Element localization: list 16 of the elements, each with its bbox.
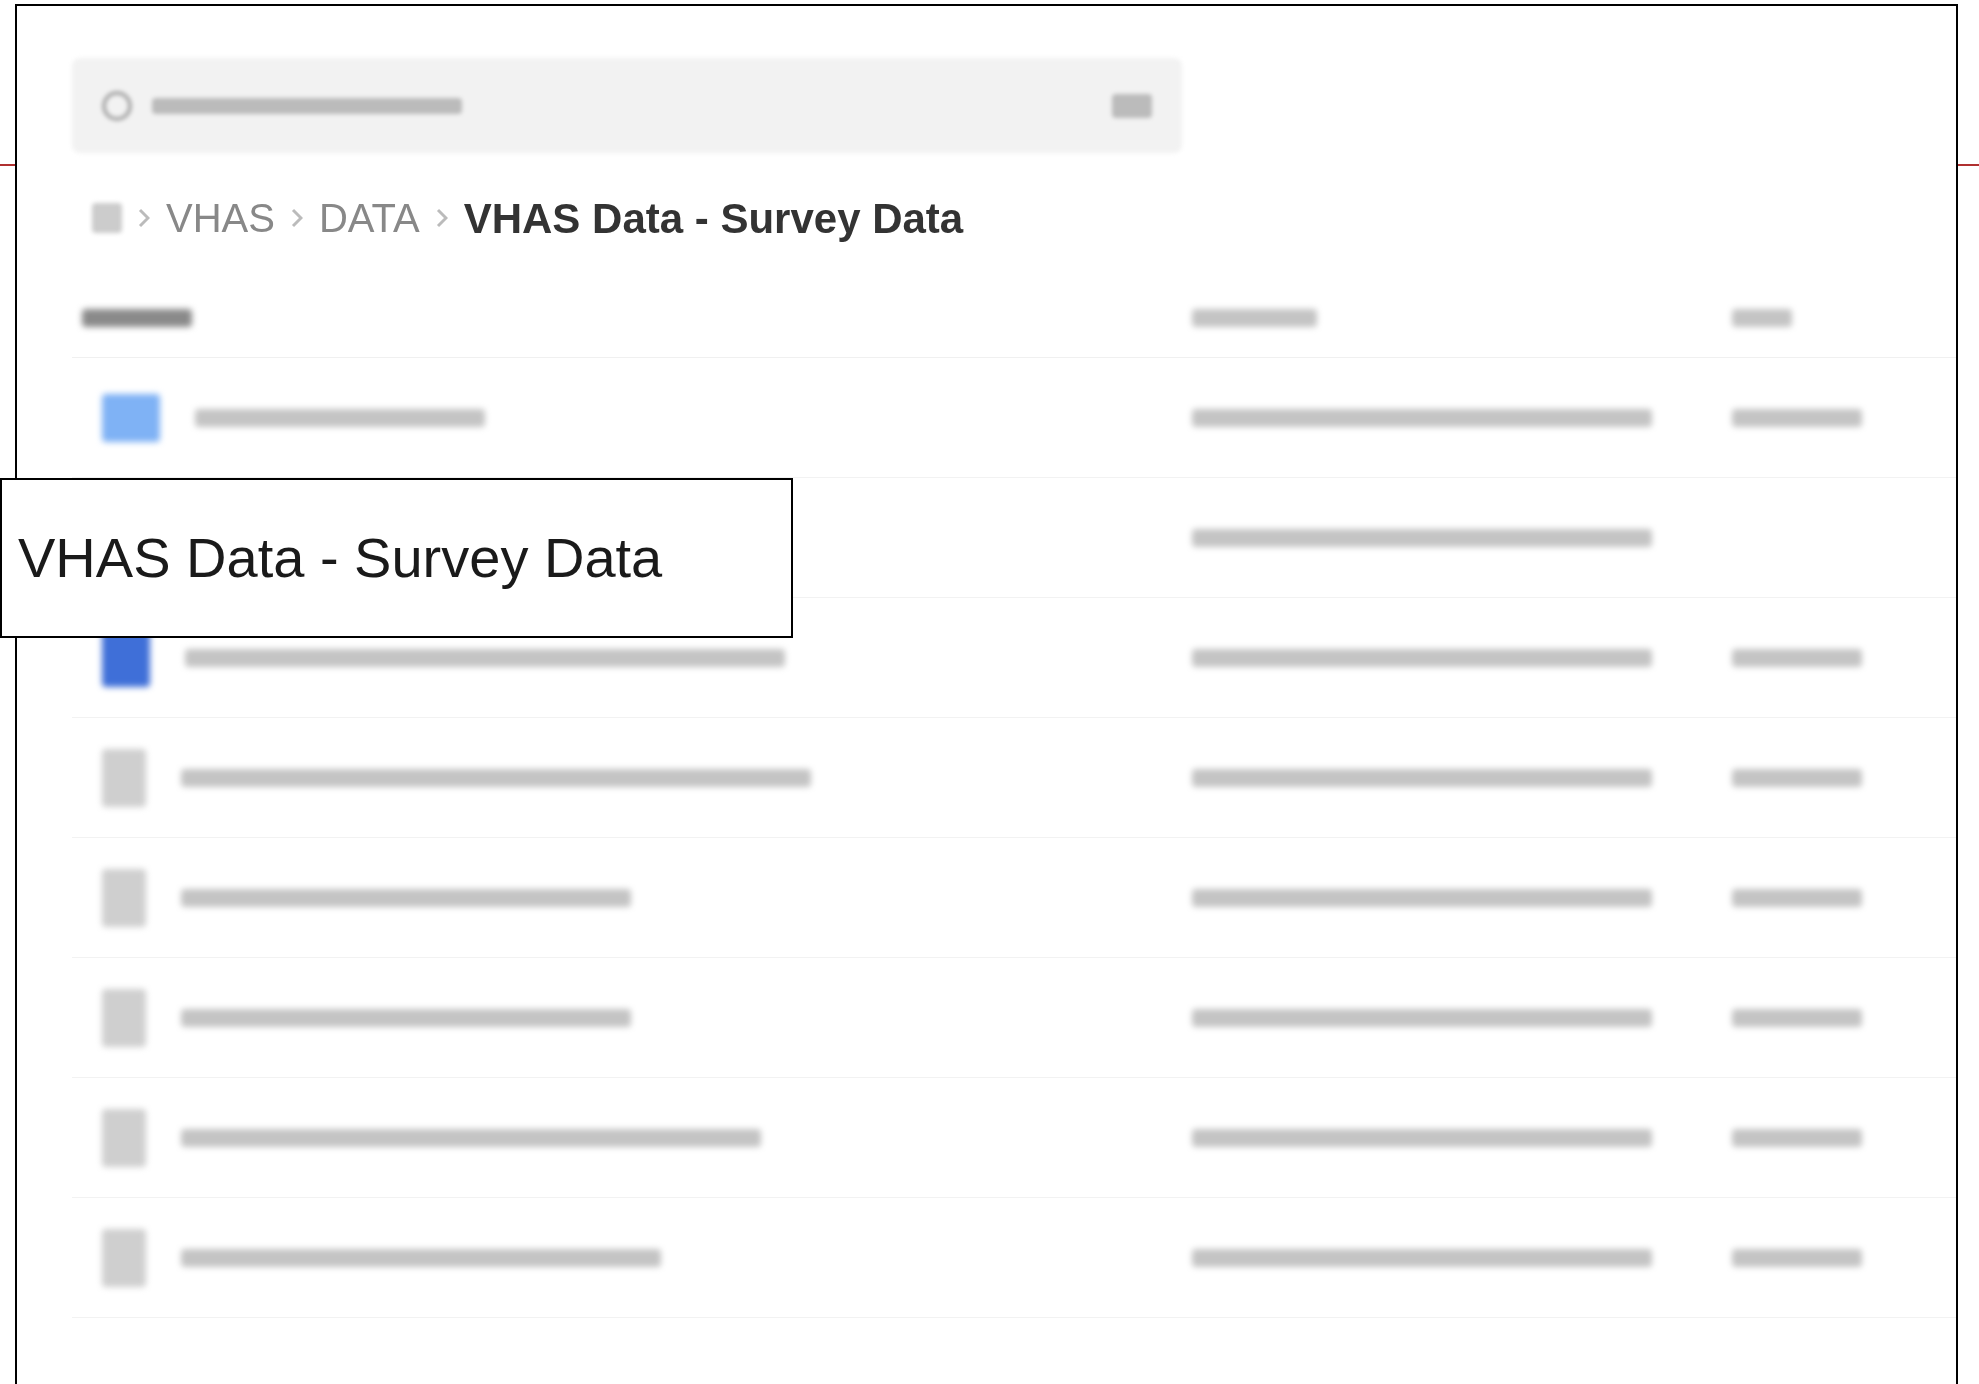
breadcrumb-item[interactable]: VHAS [166,188,275,248]
folder-icon [102,393,160,442]
breadcrumb-item: VHAS Data - Survey Data [463,193,964,244]
search-field[interactable] [72,58,1182,153]
file-icon [102,748,146,807]
file-icon [102,1108,146,1167]
search-icon [102,90,132,121]
chevron-icon [138,208,150,228]
breadcrumb-item[interactable]: DATA [318,188,420,248]
file-icon [102,868,146,927]
chevron-icon [290,208,303,228]
file-icon [102,988,146,1047]
callout-title: VHAS Data - Survey Data [18,525,663,591]
blurred-text [1732,308,1792,327]
file-icon [102,1228,146,1287]
chevron-icon [435,208,448,228]
